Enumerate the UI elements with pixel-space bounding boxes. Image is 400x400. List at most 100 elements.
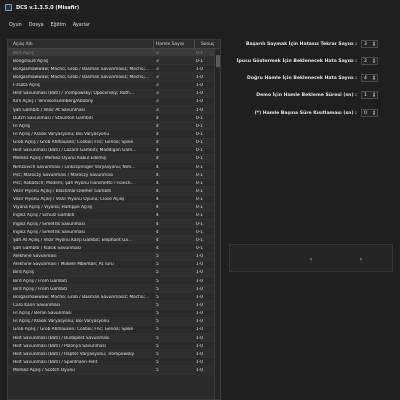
table-row[interactable]: Şah At Açılış / Vezir Piyonu Karşı Gambi… [8, 236, 214, 245]
table-row[interactable]: İngiliz Açılış / Schulz Gambiti 4 0-1 [8, 212, 214, 220]
table-row[interactable]: İngiliz Açılış / Simetrik Savunması 4 0-1 [8, 228, 214, 237]
table-row[interactable]: Nimzovich Savunması / Linksspringer Vary… [8, 163, 214, 172]
table-row[interactable]: Alekhine Savunması / Mokele Mbembe; At T… [8, 261, 214, 269]
table-row[interactable]: Pirc; Robatsch; Modern; Şah Piyonu Fianc… [8, 179, 214, 188]
table-row[interactable]: Caro Kann Savunması 5 1-0 [8, 301, 214, 310]
setting-value[interactable]: 0 [364, 111, 367, 116]
table-row[interactable]: Fırsata Açılış 3 1-0 [8, 82, 214, 90]
column-header-moves[interactable]: Hamle Sayısı [156, 42, 184, 47]
cell-result: 1-0 [196, 294, 204, 300]
window-title: DCS v.1.3.5.0 (Misafir) [16, 4, 80, 11]
column-header-result[interactable]: Sonuç [201, 42, 214, 47]
table-row[interactable]: Hint Savunması (Batı) / Raptor Varyasyon… [8, 350, 214, 359]
setting-value[interactable]: 4 [364, 76, 367, 81]
spin-arrows-icon[interactable]: ▲ ▼ [372, 92, 376, 98]
cell-opening-name: Bongcloud Açılış [13, 58, 49, 64]
cell-opening-name: Alekhine Savunması / Mokele Mbembe; At T… [13, 262, 114, 268]
cell-opening-name: Caro Kann Savunması [13, 302, 61, 308]
table-row[interactable]: Borgasmawwaw; Macho; Grob / Basman Savun… [8, 65, 214, 74]
setting-value[interactable]: 2 [364, 59, 367, 64]
table-row[interactable]: Alekhine Savunması 5 1-0 [8, 252, 214, 261]
menu-ayarlar[interactable]: Ayarlar [73, 23, 90, 28]
table-row[interactable]: Hint Savunması (Batı) / Polonya Savunmas… [8, 342, 214, 351]
table-row[interactable]: Fil Açılış / Klasik Varyasyonu; Boi Vary… [8, 130, 214, 139]
cell-move-count: 4 [156, 164, 159, 170]
cell-move-count: 4 [156, 237, 159, 243]
table-row[interactable]: İngiliz Açılış / Simetrik Savunması 4 0-1 [8, 219, 214, 229]
cell-move-count: 5 [156, 343, 159, 349]
spin-arrows-icon[interactable]: ▲ ▼ [372, 110, 376, 116]
setting-value[interactable]: 3 [364, 42, 367, 47]
table-row[interactable]: Grob Açılış / Grob Ahlhausen; Coliboi; F… [8, 326, 214, 334]
cell-opening-name: Borgasmawwaw; Macho; Grob / Basman Savun… [13, 294, 149, 300]
table-row[interactable]: Borgasmawwaw; Macho; Grob / Basman Savun… [8, 73, 214, 82]
menu-oyun[interactable]: Oyun [9, 23, 22, 28]
setting-spinbox[interactable]: 1 ▲ ▼ [361, 91, 378, 99]
cell-move-count: 4 [156, 140, 159, 146]
menu-egitim[interactable]: Eğitim [51, 23, 66, 28]
setting-value[interactable]: 1 [364, 93, 367, 98]
table-row[interactable]: Kırlı Açılış / TennisonLemberg/Ababny 3 1-… [8, 98, 214, 106]
cell-result: 0-1 [196, 221, 204, 227]
cell-result: 0-1 [196, 115, 204, 121]
cell-opening-name: İngiliz Açılış / Simetrik Savunması [13, 229, 85, 235]
setting-spinbox[interactable]: 0 ▲ ▼ [361, 109, 378, 117]
menu-bar: Oyun Dosya Eğitim Ayarlar [0, 20, 400, 30]
next-move-button[interactable]: › [349, 250, 373, 268]
table-row[interactable]: Bird Açılış 5 1-0 [8, 268, 214, 277]
opening-list[interactable]: Açılış Adı Hamle Sayısı Sonuç Bird Açılı… [7, 39, 221, 400]
cell-opening-name: Şah Gambiti / Vezir At Savunması [13, 107, 85, 113]
setting-row: İpucu Göstermek İçin Beklenecek Hata Say… [229, 57, 393, 65]
vertical-scrollbar[interactable] [214, 49, 220, 399]
table-row[interactable]: Şah Gambiti / Vezir At Savunması 3 1-0 [8, 105, 214, 115]
cell-result: 1-0 [196, 359, 204, 365]
spin-arrows-icon[interactable]: ▲ ▼ [372, 75, 376, 81]
table-row[interactable]: Viyana Açılış / Viyana; Hamppe Açılış 4 0-… [8, 203, 214, 212]
cell-opening-name: Fırsata Açılış [13, 83, 41, 89]
table-row[interactable]: Grob Açılış / Grob Ahlhausen; Coliboi; F… [8, 138, 214, 147]
spin-arrows-icon[interactable]: ▲ ▼ [372, 41, 376, 47]
setting-spinbox[interactable]: 3 ▲ ▼ [361, 40, 378, 48]
cell-result: 1-0 [196, 319, 204, 325]
table-row[interactable]: Hint Savunması (Batı) / Lazard Gambiti; … [8, 147, 214, 155]
cell-move-count: 5 [156, 359, 159, 365]
setting-spinbox[interactable]: 2 ▲ ▼ [361, 57, 378, 65]
scrollbar-thumb[interactable] [216, 55, 220, 67]
cell-result: 1-0 [196, 107, 204, 113]
table-row[interactable]: Fil Açılış / Berlin Savunması 5 1-0 [8, 310, 214, 318]
table-row[interactable]: Bird Açılış 2 0-1 [8, 49, 214, 58]
table-row[interactable]: Dutch Savunması / Staunton Gambiti 4 0-1 [8, 114, 214, 123]
move-navigation: ‹ › [229, 244, 393, 272]
table-row[interactable]: Vezir Piyonu Açılış / Blackmar-Diemer Ga… [8, 187, 214, 196]
table-row[interactable]: Bird Açılış / From Gambiti 5 1-0 [8, 285, 214, 294]
table-row[interactable]: Bird Açılış / From Gambiti 5 1-0 [8, 277, 214, 286]
table-row[interactable]: Merkez Açılış / Scotch Oyunu 5 1-0 [8, 366, 214, 375]
previous-move-button[interactable]: ‹ [299, 250, 323, 268]
column-divider[interactable] [153, 40, 154, 49]
table-row[interactable]: Hint Savunması (Batı) / Trompowsky; Opoc… [8, 89, 214, 98]
table-row[interactable]: Fil Açılış 4 0-1 [8, 122, 214, 131]
table-row[interactable]: Bongcloud Açılış 3 0-1 [8, 57, 214, 66]
table-row[interactable]: Şah Gambiti / Klasik Savunması 4 0-1 [8, 244, 214, 253]
setting-spinbox[interactable]: 4 ▲ ▼ [361, 74, 378, 82]
cell-opening-name: Fil Açılış [13, 123, 30, 129]
cell-opening-name: Fil Açılış / Berlin Savunması [13, 311, 72, 317]
cell-result: 0-1 [196, 58, 204, 64]
table-row[interactable]: Hint Savunması (Batı) / Budapest Savunma… [8, 333, 214, 343]
table-row[interactable]: Merkez Açılış / Merkez Oyunu Kabul Edilm… [8, 154, 214, 163]
menu-dosya[interactable]: Dosya [29, 23, 44, 28]
table-row[interactable]: Fil Açılış / Klasik Varyasyonu; Boi Vary… [8, 317, 214, 326]
table-row[interactable]: Pirc; Maroczy Savunması / Maroczy Savunm… [8, 171, 214, 180]
table-row[interactable]: Borgasmawwaw; Macho; Grob / Basman Savun… [8, 293, 214, 302]
spin-arrows-icon[interactable]: ▲ ▼ [372, 58, 376, 64]
cell-move-count: 4 [156, 180, 159, 186]
column-header-name[interactable]: Açılış Adı [13, 42, 33, 47]
cell-opening-name: Vezir Piyonu Açılış / Vezir Piyonu Oyunu… [13, 197, 125, 203]
column-divider[interactable] [194, 40, 195, 49]
cell-result: 0-1 [196, 197, 204, 203]
cell-move-count: 4 [156, 213, 159, 219]
cell-result: 1-0 [196, 278, 204, 284]
cell-move-count: 2 [156, 50, 159, 56]
table-row[interactable]: Vezir Piyonu Açılış / Vezir Piyonu Oyunu… [8, 196, 214, 204]
table-row[interactable]: Hint Savunması (Batı) / Spielmann-Hint 5 1… [8, 358, 214, 367]
